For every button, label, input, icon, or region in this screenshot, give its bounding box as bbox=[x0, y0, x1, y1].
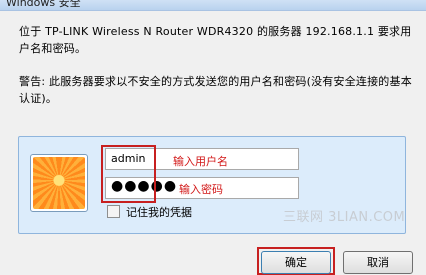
window-title: Windows 安全 bbox=[6, 0, 81, 9]
security-warning: 警告: 此服务器要求以不安全的方式发送您的用户名和密码(没有安全连接的基本认证)… bbox=[19, 75, 412, 105]
remember-credentials[interactable]: 记住我的凭据 bbox=[107, 204, 192, 220]
remember-label: 记住我的凭据 bbox=[126, 206, 192, 219]
watermark: 三联网 3LIAN.COM bbox=[283, 210, 406, 225]
username-hint: 输入用户名 bbox=[173, 155, 228, 168]
title-bar: Windows 安全 bbox=[0, 0, 426, 11]
password-hint: 输入密码 bbox=[179, 183, 223, 196]
ok-button[interactable]: 确定 bbox=[261, 251, 331, 274]
flower-icon bbox=[33, 157, 85, 209]
remember-checkbox[interactable] bbox=[107, 205, 120, 218]
password-value: ●●●●● bbox=[111, 178, 178, 194]
user-avatar bbox=[30, 154, 88, 212]
server-description: 位于 TP-LINK Wireless N Router WDR4320 的服务… bbox=[19, 25, 412, 55]
username-value: admin bbox=[111, 152, 146, 165]
cancel-button[interactable]: 取消 bbox=[343, 251, 413, 274]
